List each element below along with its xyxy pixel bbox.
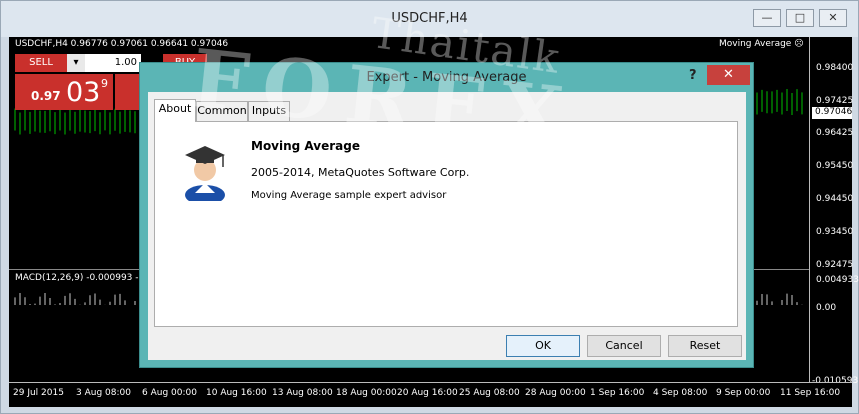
current-price-tag: 0.97046	[812, 107, 852, 119]
macd-axis-label: 0.00	[816, 303, 837, 313]
expert-advisor-label[interactable]: Moving Average ☹	[719, 39, 804, 49]
terminal-window: USDCHF,H4 — □ ✕ USDCHF,H4 0.96776 0.9706…	[0, 0, 859, 414]
sell-price-big: 03	[66, 77, 101, 108]
time-label: 1 Sep 16:00	[590, 388, 645, 398]
time-label: 20 Aug 16:00	[397, 388, 458, 398]
price-label: 0.96425	[816, 128, 854, 138]
macd-axis-label: 0.004933	[816, 275, 859, 285]
price-label: 0.94450	[816, 194, 854, 204]
ok-button[interactable]: OK	[506, 335, 580, 357]
cancel-button[interactable]: Cancel	[587, 335, 661, 357]
help-button[interactable]: ?	[689, 68, 697, 83]
maximize-button[interactable]: □	[786, 9, 814, 27]
time-label: 10 Aug 16:00	[206, 388, 267, 398]
time-label: 13 Aug 08:00	[272, 388, 333, 398]
price-label: 0.95450	[816, 161, 854, 171]
sell-button[interactable]: SELL	[15, 54, 67, 72]
reset-button[interactable]: Reset	[668, 335, 742, 357]
dialog-close-button[interactable]: ✕	[707, 65, 750, 85]
time-axis[interactable]: 29 Jul 2015 3 Aug 08:00 6 Aug 00:00 10 A…	[9, 382, 852, 407]
sell-price[interactable]: 0.97 03 9	[15, 74, 113, 110]
price-label: 0.92475	[816, 260, 854, 270]
price-label: 0.98400	[816, 63, 854, 73]
about-panel: Moving Average 2005-2014, MetaQuotes Sof…	[154, 121, 738, 327]
time-label: 18 Aug 00:00	[336, 388, 397, 398]
time-label: 28 Aug 00:00	[525, 388, 586, 398]
time-label: 3 Aug 08:00	[76, 388, 131, 398]
time-label: 11 Sep 16:00	[780, 388, 841, 398]
price-label: 0.97425	[816, 96, 854, 106]
time-label: 25 Aug 08:00	[459, 388, 520, 398]
close-button[interactable]: ✕	[819, 9, 847, 27]
sell-price-small: 0.97	[31, 89, 61, 103]
price-label: 0.93450	[816, 227, 854, 237]
time-label: 29 Jul 2015	[13, 388, 64, 398]
expert-advisor-icon	[185, 146, 225, 201]
time-label: 4 Sep 08:00	[653, 388, 708, 398]
lots-dropdown-button[interactable]: ▾	[67, 54, 85, 72]
time-label: 9 Sep 00:00	[716, 388, 771, 398]
time-label: 6 Aug 00:00	[142, 388, 197, 398]
sell-price-pipette: 9	[101, 77, 108, 90]
lots-input[interactable]: 1.00	[85, 54, 141, 72]
minimize-button[interactable]: —	[753, 9, 781, 27]
price-axis[interactable]: 0.98400 0.97425 0.96425 0.95450 0.94450 …	[809, 37, 859, 386]
watermark-url: ThaitalkForex.com	[381, 173, 600, 198]
